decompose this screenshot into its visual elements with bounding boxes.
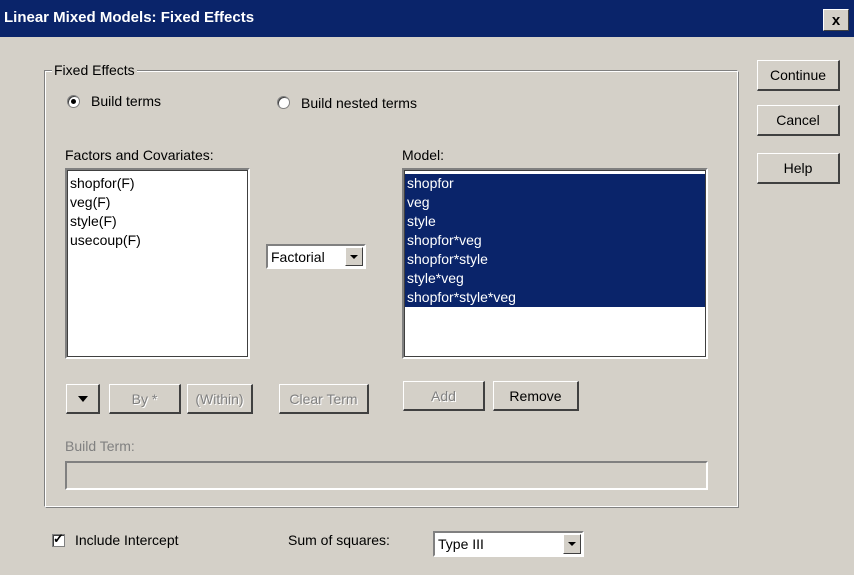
model-label: Model: — [402, 147, 445, 163]
move-term-button[interactable] — [66, 384, 100, 414]
close-button[interactable]: x — [823, 9, 849, 31]
remove-button[interactable]: Remove — [493, 381, 579, 411]
chevron-down-icon[interactable] — [345, 247, 363, 266]
clear-term-button[interactable]: Clear Term — [279, 384, 369, 414]
term-type-value: Factorial — [271, 249, 325, 265]
list-item[interactable]: usecoup(F) — [67, 231, 248, 250]
group-legend: Fixed Effects — [52, 62, 137, 78]
continue-button[interactable]: Continue — [757, 60, 840, 91]
list-item[interactable]: veg(F) — [67, 193, 248, 212]
build-nested-terms-radio[interactable] — [277, 96, 290, 109]
window-title: Linear Mixed Models: Fixed Effects — [4, 9, 255, 26]
sum-of-squares-label: Sum of squares: — [288, 532, 390, 548]
list-item[interactable]: shopfor*style*veg — [404, 288, 706, 307]
list-item[interactable]: style*veg — [404, 269, 706, 288]
term-type-select[interactable]: Factorial — [266, 244, 366, 269]
checkmark-icon: ✓ — [53, 531, 64, 546]
by-button[interactable]: By * — [109, 384, 181, 414]
list-item[interactable]: shopfor*style — [404, 250, 706, 269]
chevron-down-icon[interactable] — [563, 534, 581, 554]
include-intercept-checkbox[interactable]: ✓ — [52, 531, 65, 547]
build-term-field[interactable] — [65, 461, 708, 490]
list-item[interactable]: shopfor — [404, 174, 706, 193]
list-item[interactable]: shopfor*veg — [404, 231, 706, 250]
factors-list: shopfor(F) veg(F) style(F) usecoup(F) — [67, 170, 248, 250]
arrow-down-icon — [77, 395, 88, 402]
title-bar: Linear Mixed Models: Fixed Effects x — [0, 0, 854, 37]
build-terms-radio[interactable] — [67, 95, 80, 108]
sum-of-squares-select[interactable]: Type III — [433, 531, 584, 557]
list-item[interactable]: shopfor(F) — [67, 174, 248, 193]
build-nested-terms-label[interactable]: Build nested terms — [301, 95, 417, 111]
help-button[interactable]: Help — [757, 153, 840, 184]
build-terms-label[interactable]: Build terms — [91, 93, 161, 109]
list-item[interactable]: style(F) — [67, 212, 248, 231]
list-item[interactable]: veg — [404, 193, 706, 212]
radio-selected-dot — [71, 99, 76, 104]
model-listbox[interactable]: shopfor veg style shopfor*veg shopfor*st… — [402, 168, 708, 359]
cancel-button[interactable]: Cancel — [757, 105, 840, 136]
build-term-label: Build Term: — [65, 438, 135, 454]
factors-listbox[interactable]: shopfor(F) veg(F) style(F) usecoup(F) — [65, 168, 250, 359]
list-item[interactable]: style — [404, 212, 706, 231]
sum-of-squares-value: Type III — [438, 536, 484, 552]
include-intercept-label[interactable]: Include Intercept — [75, 532, 179, 548]
add-button[interactable]: Add — [403, 381, 485, 411]
within-button[interactable]: (Within) — [187, 384, 253, 414]
close-icon: x — [831, 12, 841, 29]
factors-label: Factors and Covariates: — [65, 147, 214, 163]
model-list: shopfor veg style shopfor*veg shopfor*st… — [404, 170, 706, 307]
